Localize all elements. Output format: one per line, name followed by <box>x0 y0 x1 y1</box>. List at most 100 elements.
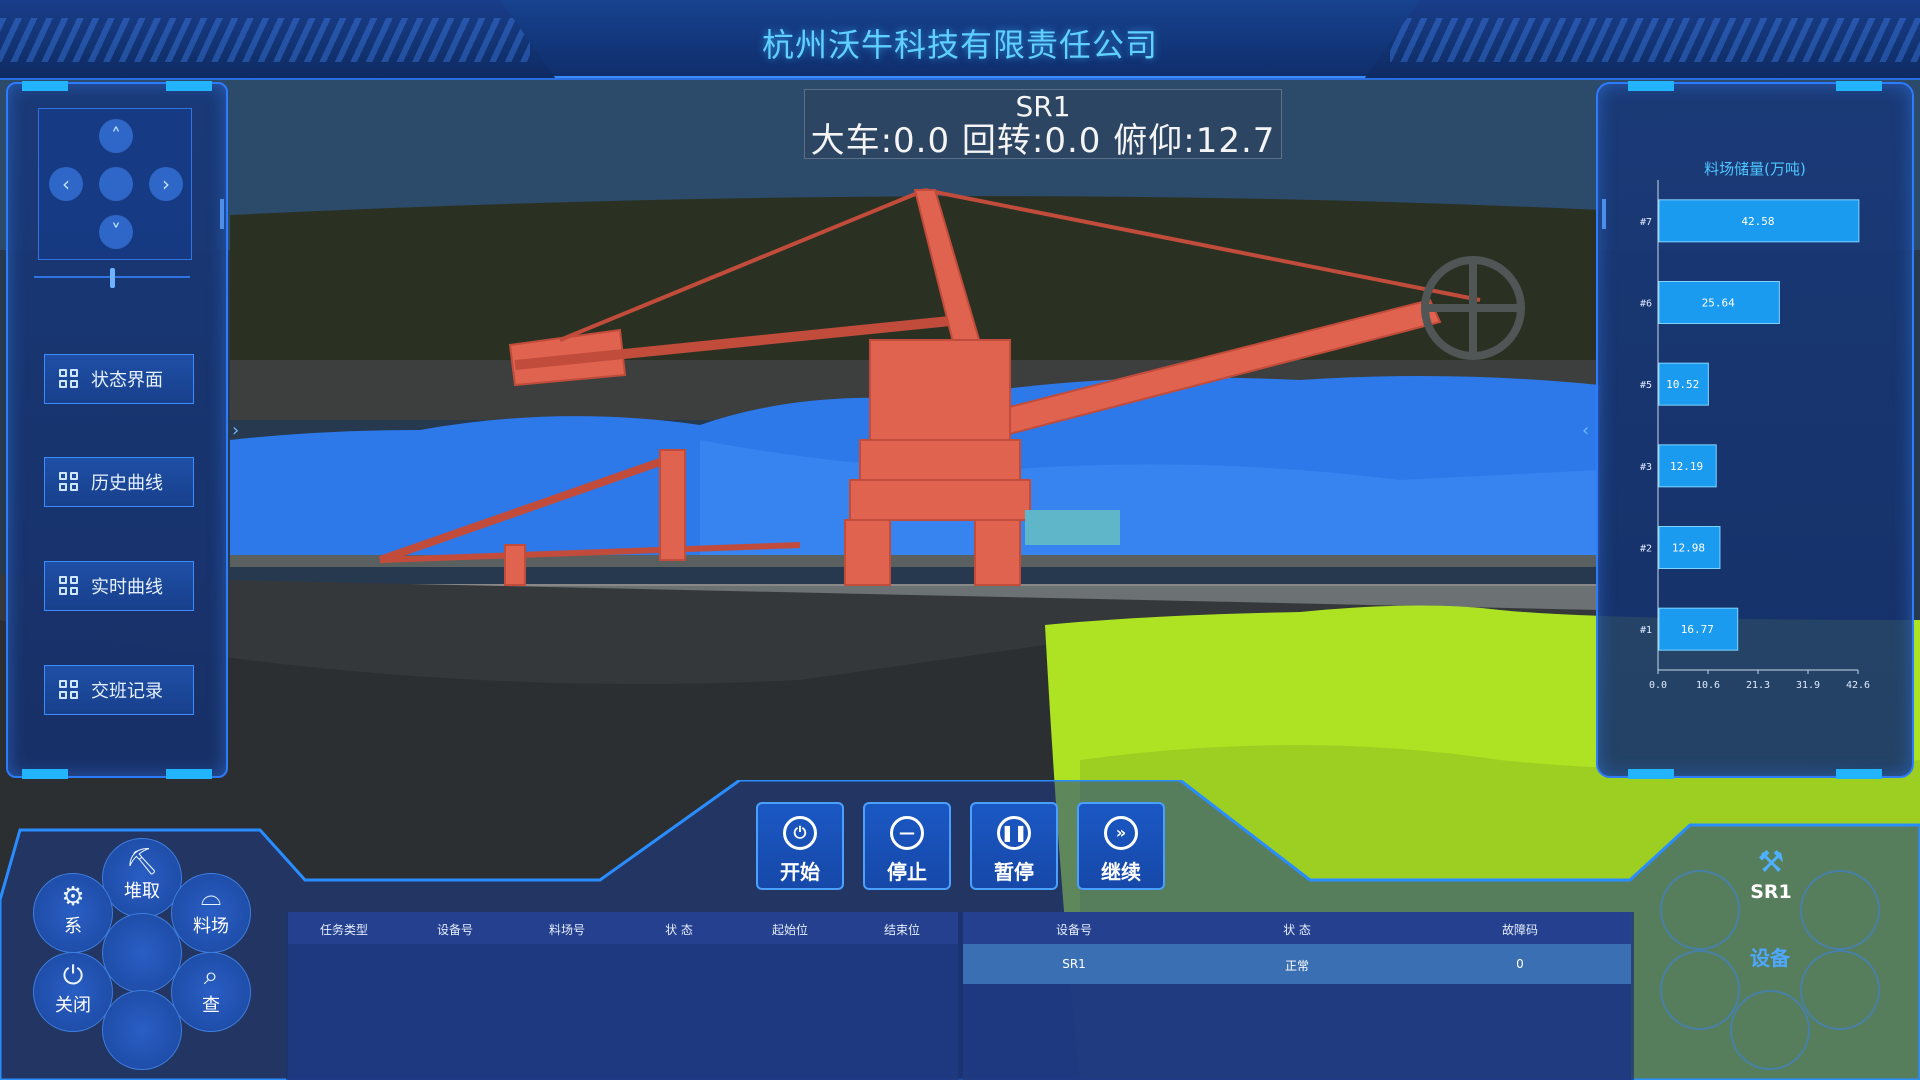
menu-label: 状态界面 <box>91 370 163 391</box>
pause-icon: ❚❚ <box>997 816 1031 850</box>
panel-collapse-right-icon[interactable]: ‹ <box>1582 420 1589 441</box>
chart-data-label: 16.77 <box>1681 623 1714 636</box>
device-ring-slot <box>1800 950 1880 1030</box>
chart-data-label: 25.64 <box>1702 297 1735 310</box>
continue-button[interactable]: » 继续 <box>1077 802 1165 890</box>
continue-label: 继续 <box>1101 860 1141 884</box>
menu-history-curve[interactable]: 历史曲线 <box>44 457 194 507</box>
chart-category-label: #7 <box>1640 217 1652 228</box>
grid-icon <box>59 369 79 389</box>
col-fault-code: 故障码 <box>1501 923 1539 937</box>
menu-shift-record[interactable]: 交班记录 <box>44 665 194 715</box>
device-table: 设备号 状 态 故障码 SR1 正常 0 <box>963 912 1631 1080</box>
col-start-pos: 起始位 <box>771 923 809 937</box>
panel-corner-decoration <box>1836 81 1882 91</box>
device-table-header: 设备号 状 态 故障码 <box>963 912 1631 944</box>
start-label: 开始 <box>780 860 820 884</box>
machine-name: SR1 <box>1015 90 1071 123</box>
panel-corner-decoration <box>1628 81 1674 91</box>
device-tab-label[interactable]: 设备 <box>1740 942 1800 971</box>
chart-data-label: 12.19 <box>1670 460 1703 473</box>
close-label: 关闭 <box>55 995 91 1016</box>
close-button[interactable]: ⏻ 关闭 <box>33 952 113 1032</box>
stop-label: 停止 <box>887 860 927 884</box>
col-status: 状 态 <box>665 923 693 937</box>
menu-label: 交班记录 <box>91 681 163 702</box>
system-label: 系 <box>64 916 82 937</box>
device-ring-slot <box>1800 870 1880 950</box>
col-device-no: 设备号 <box>436 923 474 937</box>
stacker-icon: ⛏ <box>125 847 159 877</box>
chevron-up-icon[interactable]: ˄ <box>99 119 133 153</box>
chart-x-tick-label: 21.3 <box>1746 680 1770 691</box>
yard-button[interactable]: ⌓ 料场 <box>171 873 251 953</box>
chart-x-tick-label: 10.6 <box>1696 680 1720 691</box>
device-sr1-button[interactable]: ⚒ SR1 <box>1737 845 1805 913</box>
chart-data-label: 10.52 <box>1666 378 1699 391</box>
menu-status-view[interactable]: 状态界面 <box>44 354 194 404</box>
cell-device: SR1 <box>1062 957 1086 971</box>
system-button[interactable]: ⚙ 系 <box>33 873 113 953</box>
task-table: 任务类型 设备号 料场号 状 态 起始位 结束位 <box>288 912 958 1080</box>
yard-label: 料场 <box>193 916 229 937</box>
chart-category-label: #6 <box>1640 299 1652 310</box>
start-button[interactable]: ⏻ 开始 <box>756 802 844 890</box>
machine-params: 大车:0.0 回转:0.0 俯仰:12.7 <box>810 121 1276 161</box>
panel-scroll-indicator <box>220 199 224 229</box>
chart-category-label: #5 <box>1640 380 1652 391</box>
crane-icon: ⚒ <box>1757 845 1785 880</box>
fast-forward-icon: » <box>1104 816 1138 850</box>
chart-category-label: #3 <box>1640 462 1652 473</box>
chart-category-label: #1 <box>1640 625 1652 636</box>
stop-button[interactable]: — 停止 <box>863 802 951 890</box>
zoom-slider-handle[interactable] <box>110 268 115 288</box>
minus-circle-icon: — <box>890 816 924 850</box>
stack-reclaim-button[interactable]: ⛏ 堆取 <box>102 838 182 918</box>
query-button[interactable]: ⌕ 查 <box>171 952 251 1032</box>
bucket-wheel <box>1421 256 1525 360</box>
gear-icon: ⚙ <box>61 882 85 912</box>
panel-corner-decoration <box>166 81 212 91</box>
chart-data-label: 42.58 <box>1741 215 1774 228</box>
panel-corner-decoration <box>22 81 68 91</box>
chevron-right-icon[interactable]: › <box>149 167 183 201</box>
panel-collapse-left-icon[interactable]: › <box>232 420 239 441</box>
power-icon: ⏻ <box>783 816 817 850</box>
stock-bar-chart: 42.58 #7 25.64 #6 10.52 #5 12.19 #3 12.98 #2 16.77… <box>1640 180 1870 691</box>
chevron-down-icon[interactable]: ˅ <box>99 215 133 249</box>
grid-icon <box>59 576 79 596</box>
stockpile-icon: ⌓ <box>200 882 222 912</box>
device-ring-slot <box>1730 990 1810 1070</box>
menu-label: 实时曲线 <box>91 577 163 598</box>
chart-x-tick-label: 42.6 <box>1846 680 1870 691</box>
chart-category-label: #2 <box>1640 544 1652 555</box>
col-status: 状 态 <box>1283 923 1311 937</box>
chart-x-tick-label: 31.9 <box>1796 680 1820 691</box>
chevron-left-icon[interactable]: ‹ <box>49 167 83 201</box>
col-end-pos: 结束位 <box>883 923 921 937</box>
pause-button[interactable]: ❚❚ 暂停 <box>970 802 1058 890</box>
device-ring-slot <box>1660 950 1740 1030</box>
chart-x-tick-label: 0.0 <box>1649 680 1667 691</box>
stack-label: 堆取 <box>124 881 160 902</box>
grid-icon <box>59 472 79 492</box>
menu-realtime-curve[interactable]: 实时曲线 <box>44 561 194 611</box>
left-nav-panel: ˄ ‹ › ˅ 状态界面 历史曲线 实时曲线 交班记录 <box>6 81 228 779</box>
hex-bottom-button[interactable] <box>102 990 182 1070</box>
table-row[interactable]: SR1 正常 0 <box>963 944 1631 984</box>
hex-center-button[interactable] <box>102 913 182 993</box>
cell-fault: 0 <box>1516 957 1524 971</box>
grid-icon <box>59 680 79 700</box>
operator-cabin <box>1025 510 1120 545</box>
device-ring-slot <box>1660 870 1740 950</box>
company-title: 杭州沃牛科技有限责任公司 <box>761 26 1158 64</box>
col-device-no: 设备号 <box>1055 923 1093 937</box>
chart-data-label: 12.98 <box>1672 542 1705 555</box>
col-task-type: 任务类型 <box>319 923 369 937</box>
panel-corner-decoration <box>166 769 212 779</box>
dpad-center-button[interactable] <box>99 167 133 201</box>
machine-status-box: SR1 大车:0.0 回转:0.0 俯仰:12.7 <box>804 89 1282 161</box>
camera-dpad: ˄ ‹ › ˅ <box>38 108 192 260</box>
panel-corner-decoration <box>22 769 68 779</box>
col-yard-no: 料场号 <box>548 923 586 937</box>
